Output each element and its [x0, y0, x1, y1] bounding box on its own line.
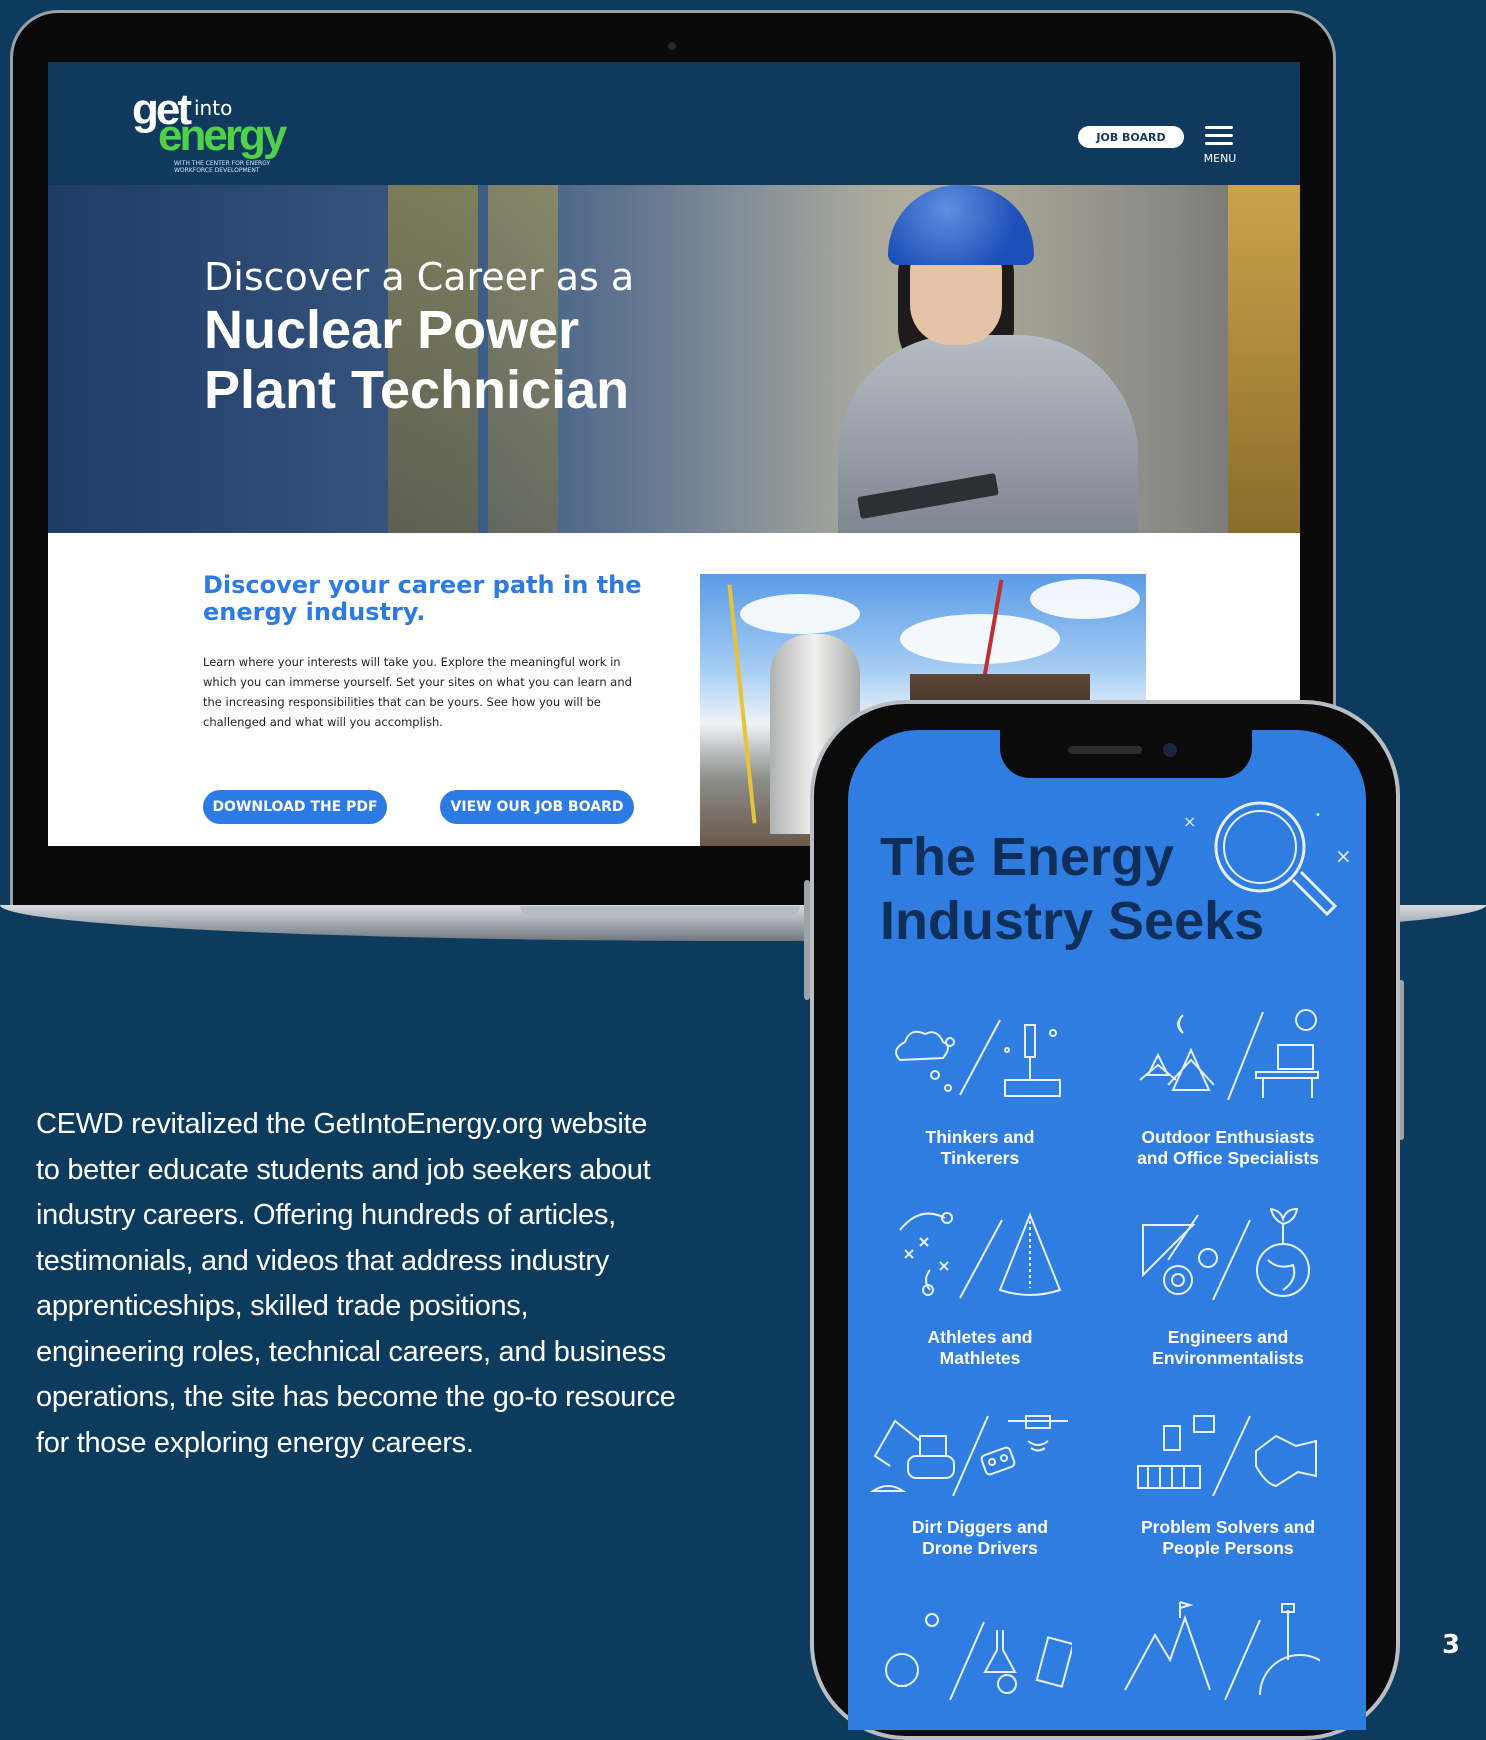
- category-label: Mathletes: [939, 1348, 1021, 1368]
- site-header: get into energy WITH THE CENTER FOR ENER…: [48, 62, 1300, 185]
- play-diagram-cone-icon: [880, 1200, 1080, 1300]
- category-outdoor-office[interactable]: Outdoor Enthusiasts and Office Specialis…: [1108, 1127, 1348, 1169]
- category-label: Tinkerers: [940, 1148, 1020, 1168]
- hero-subtitle: Discover a Career as a: [204, 255, 635, 299]
- sparkle-icon: •: [1315, 810, 1321, 821]
- menu-label[interactable]: MENU: [1198, 152, 1242, 165]
- logo-subtitle: WITH THE CENTER FOR ENERGY WORKFORCE DEV…: [174, 160, 271, 174]
- category-label: and Office Specialists: [1137, 1148, 1319, 1168]
- category-problem-solvers-people[interactable]: Problem Solvers and People Persons: [1108, 1517, 1348, 1559]
- category-athletes-mathletes[interactable]: Athletes and Mathletes: [860, 1327, 1100, 1369]
- category-thinkers-tinkerers[interactable]: Thinkers and Tinkerers: [860, 1127, 1100, 1169]
- content-paragraph: Learn where your interests will take you…: [203, 655, 632, 729]
- hero-cabinet: [1228, 185, 1300, 533]
- magnifier-icon: [1205, 792, 1345, 922]
- hero-title: Nuclear Power Plant Technician: [204, 300, 630, 420]
- category-label: Problem Solvers and: [1140, 1517, 1316, 1537]
- category-engineers-environmentalists[interactable]: Engineers and Environmentalists: [1108, 1327, 1348, 1369]
- job-board-button[interactable]: JOB BOARD: [1078, 126, 1184, 148]
- download-pdf-button[interactable]: DOWNLOAD THE PDF: [203, 790, 387, 824]
- category-label: Environmentalists: [1152, 1348, 1304, 1368]
- cloud-microscope-icon: [880, 1000, 1080, 1100]
- phone-speaker: [1068, 746, 1142, 754]
- view-job-board-button[interactable]: VIEW OUR JOB BOARD: [440, 790, 634, 824]
- category-label: Dirt Diggers and: [911, 1517, 1049, 1537]
- description-text: CEWD revitalized the GetIntoEnergy.org w…: [36, 1108, 676, 1459]
- hero-banner: Discover a Career as a Nuclear Power Pla…: [48, 185, 1300, 533]
- laptop-hinge: [520, 906, 800, 916]
- logo-energy-text: energy: [158, 111, 287, 160]
- hard-hat-image: [888, 185, 1034, 265]
- sparkle-icon: ×: [1183, 812, 1197, 831]
- category-diggers-drone-drivers[interactable]: Dirt Diggers and Drone Drivers: [860, 1517, 1100, 1559]
- lightbulb-lab-icon: [872, 1600, 1075, 1701]
- sparkle-icon: ×: [1335, 844, 1352, 868]
- phone-camera: [1163, 743, 1177, 757]
- category-label: Athletes and: [927, 1327, 1033, 1347]
- excavator-drone-icon: [868, 1396, 1068, 1497]
- content-heading: Discover your career path in the energy …: [203, 571, 642, 626]
- blocks-handshake-icon: [1128, 1396, 1328, 1497]
- laptop-camera: [668, 42, 676, 50]
- category-label: People Persons: [1162, 1538, 1294, 1558]
- trees-desk-icon: [1128, 1000, 1328, 1101]
- getintoenergy-logo[interactable]: get into energy WITH THE CENTER FOR ENER…: [132, 88, 332, 178]
- hamburger-menu-icon[interactable]: [1205, 126, 1233, 146]
- category-label: Drone Drivers: [922, 1538, 1038, 1558]
- category-label: Outdoor Enthusiasts: [1141, 1127, 1315, 1147]
- page-number: 3: [1442, 1630, 1461, 1660]
- tools-globe-icon: [1128, 1200, 1328, 1301]
- category-label: Engineers and: [1167, 1327, 1289, 1347]
- mountains-shovel-icon: [1120, 1600, 1341, 1701]
- category-label: Thinkers and: [925, 1127, 1035, 1147]
